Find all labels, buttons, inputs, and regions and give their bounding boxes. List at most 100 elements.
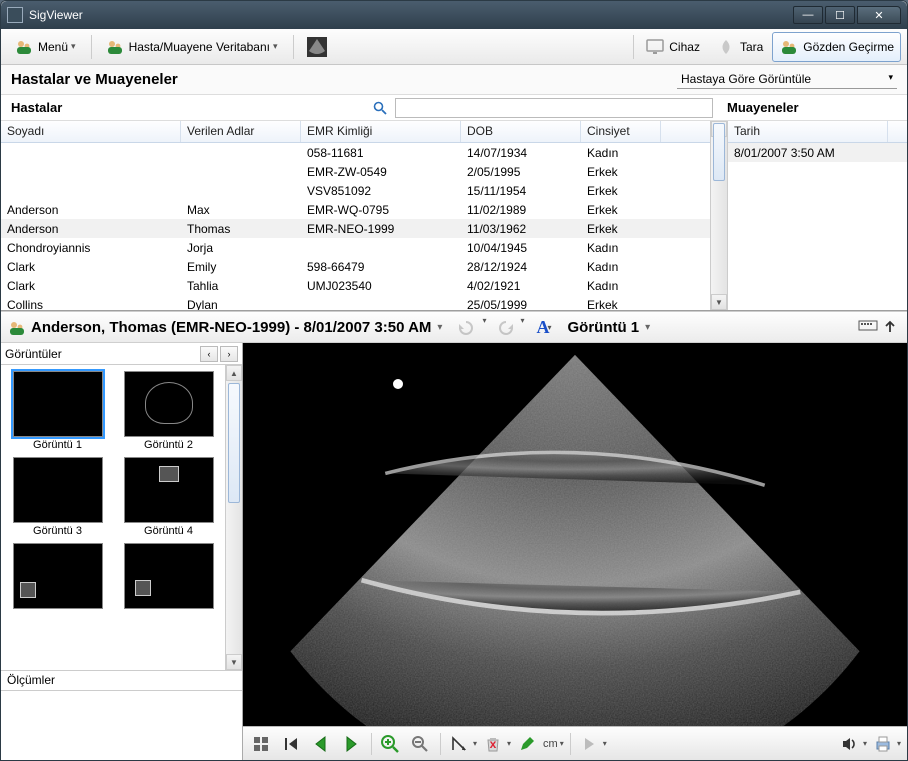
first-button[interactable] <box>277 731 305 757</box>
thumbnail[interactable]: Görüntü 4 <box>116 457 221 537</box>
pencil-icon[interactable] <box>513 731 541 757</box>
table-row[interactable]: ClarkTahliaUMJ0235404/02/1921Kadın <box>1 276 710 295</box>
measure-tool-button[interactable] <box>445 731 473 757</box>
image-label: Görüntü 1 <box>567 319 639 336</box>
thumbnail-image <box>13 457 103 523</box>
zoom-out-button[interactable] <box>406 731 434 757</box>
col-gender[interactable]: Cinsiyet <box>581 121 661 142</box>
table-row[interactable]: ClarkEmily598-6647928/12/1924Kadın <box>1 257 710 276</box>
dropdown-icon[interactable]: ▾ <box>507 739 511 748</box>
table-row[interactable]: 8/01/2007 3:50 AM <box>728 143 907 162</box>
thumbnail-image <box>124 457 214 523</box>
dropdown-icon[interactable]: ▾ <box>482 316 486 338</box>
thumbnail[interactable]: Görüntü 1 <box>5 371 110 451</box>
dropdown-icon[interactable]: ▾ <box>520 316 524 338</box>
next-page-button[interactable]: › <box>220 346 238 362</box>
thumbnail-image <box>13 371 103 437</box>
scrollbar[interactable]: ▲ ▼ <box>710 121 727 310</box>
dropdown-icon[interactable]: ▾ <box>560 739 564 748</box>
dropdown-icon[interactable]: ▾ <box>473 739 477 748</box>
scroll-down-icon[interactable]: ▼ <box>711 294 727 310</box>
table-row[interactable]: CollinsDylan25/05/1999Erkek <box>1 295 710 310</box>
print-button[interactable] <box>869 731 897 757</box>
device-button[interactable]: Cihaz <box>638 32 707 62</box>
thumbnail[interactable]: Görüntü 3 <box>5 457 110 537</box>
marker-dot <box>393 379 403 389</box>
col-date[interactable]: Tarih <box>728 121 888 142</box>
scroll-thumb[interactable] <box>713 123 725 181</box>
review-label: Gözden Geçirme <box>803 40 894 54</box>
database-label: Hasta/Muayene Veritabanı <box>129 40 270 54</box>
search-icon[interactable] <box>371 99 389 117</box>
scan-button[interactable]: Tara <box>709 32 770 62</box>
thumbnail[interactable] <box>116 543 221 611</box>
thumbnail-image <box>13 543 103 609</box>
table-row[interactable]: AndersonMaxEMR-WQ-079511/02/1989Erkek <box>1 200 710 219</box>
dropdown-icon[interactable]: ▾ <box>863 739 867 748</box>
separator <box>91 35 92 59</box>
keyboard-icon[interactable] <box>857 318 879 336</box>
table-row[interactable]: AndersonThomasEMR-NEO-199911/03/1962Erke… <box>1 219 710 238</box>
thumbnail-image <box>124 543 214 609</box>
table-row[interactable]: EMR-ZW-05492/05/1995Erkek <box>1 162 710 181</box>
probe-icon <box>716 37 736 57</box>
scroll-up-icon[interactable]: ▲ <box>226 365 242 381</box>
thumbnail[interactable]: Görüntü 2 <box>116 371 221 451</box>
col-dob[interactable]: DOB <box>461 121 581 142</box>
thumbnail[interactable] <box>5 543 110 611</box>
database-button[interactable]: Hasta/Muayene Veritabanı ▾ <box>96 32 287 62</box>
viewmode-dropdown[interactable]: Hastaya Göre Görüntüle ▾ <box>677 70 897 89</box>
table-row[interactable]: 058-1168114/07/1934Kadın <box>1 143 710 162</box>
grid-icon[interactable] <box>247 731 275 757</box>
dropdown-icon: ▾ <box>71 41 76 52</box>
play-button[interactable] <box>575 731 603 757</box>
prev-button[interactable] <box>307 731 335 757</box>
left-panel: Görüntüler ‹ › Görüntü 1Görüntü 2Görüntü… <box>1 343 243 760</box>
col-surname[interactable]: Soyadı <box>1 121 181 142</box>
dropdown-icon[interactable]: ▾ <box>603 739 607 748</box>
table-row[interactable]: VSV85109215/11/1954Erkek <box>1 181 710 200</box>
thumbs-area: Görüntü 1 Görüntü 2 Görüntü 3 Görüntü 4 ▲ ▼ <box>1 365 242 670</box>
dropdown-icon[interactable]: ▾ <box>437 322 442 333</box>
next-button[interactable] <box>337 731 365 757</box>
ultrasound-image[interactable] <box>243 343 907 726</box>
close-button[interactable]: ✕ <box>857 6 901 24</box>
patient-label: Anderson, Thomas (EMR-NEO-1999) - 8/01/2… <box>31 319 431 336</box>
main-toolbar: Menü ▾ Hasta/Muayene Veritabanı ▾ Cihaz … <box>1 29 907 65</box>
patients-header-row: Soyadı Verilen Adlar EMR Kimliği DOB Cin… <box>1 121 710 143</box>
prev-page-button[interactable]: ‹ <box>200 346 218 362</box>
patients-heading: Hastalar <box>11 100 371 115</box>
dropdown-icon: ▾ <box>273 41 278 52</box>
thumbs-header: Görüntüler ‹ › <box>1 343 242 365</box>
exams-body: 8/01/2007 3:50 AM <box>728 143 907 310</box>
maximize-button[interactable]: ☐ <box>825 6 855 24</box>
scroll-down-icon[interactable]: ▼ <box>226 654 242 670</box>
menu-button[interactable]: Menü ▾ <box>5 32 85 62</box>
table-row[interactable]: ChondroyiannisJorja10/04/1945Kadın <box>1 238 710 257</box>
ultrasound-thumb-button[interactable] <box>298 32 340 62</box>
image-viewer: ▾ x ▾ cm ▾ ▾ ▾ ▾ <box>243 343 907 760</box>
review-button[interactable]: Gözden Geçirme <box>772 32 901 62</box>
zoom-in-button[interactable] <box>376 731 404 757</box>
people-icon <box>7 318 25 336</box>
delete-button[interactable]: x <box>479 731 507 757</box>
minimize-button[interactable]: — <box>793 6 823 24</box>
scroll-thumb[interactable] <box>228 383 240 503</box>
export-up-icon[interactable] <box>879 318 901 336</box>
measurements-heading: Ölçümler <box>1 670 242 690</box>
viewmode-label: Hastaya Göre Görüntüle <box>681 72 811 86</box>
exams-header-row: Tarih <box>728 121 907 143</box>
thumbnail-caption: Görüntü 4 <box>144 525 193 537</box>
col-given[interactable]: Verilen Adlar <box>181 121 301 142</box>
undo-button[interactable] <box>454 316 480 338</box>
scrollbar[interactable]: ▲ ▼ <box>225 365 242 670</box>
col-emr[interactable]: EMR Kimliği <box>301 121 461 142</box>
dropdown-icon[interactable]: ▾ <box>547 323 551 332</box>
window-title: SigViewer <box>29 8 791 22</box>
thumbnail-caption: Görüntü 2 <box>144 439 193 451</box>
volume-button[interactable] <box>835 731 863 757</box>
search-input[interactable] <box>395 98 713 118</box>
dropdown-icon[interactable]: ▾ <box>645 322 650 333</box>
dropdown-icon[interactable]: ▾ <box>897 739 901 748</box>
redo-button[interactable] <box>492 316 518 338</box>
